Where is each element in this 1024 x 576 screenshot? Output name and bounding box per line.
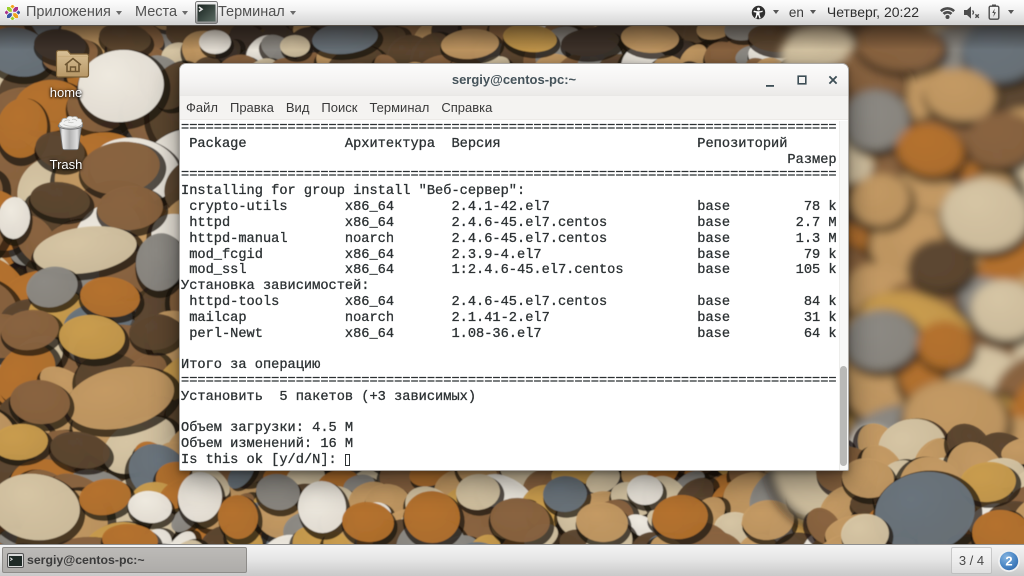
svg-text:2: 2 bbox=[1005, 554, 1012, 569]
